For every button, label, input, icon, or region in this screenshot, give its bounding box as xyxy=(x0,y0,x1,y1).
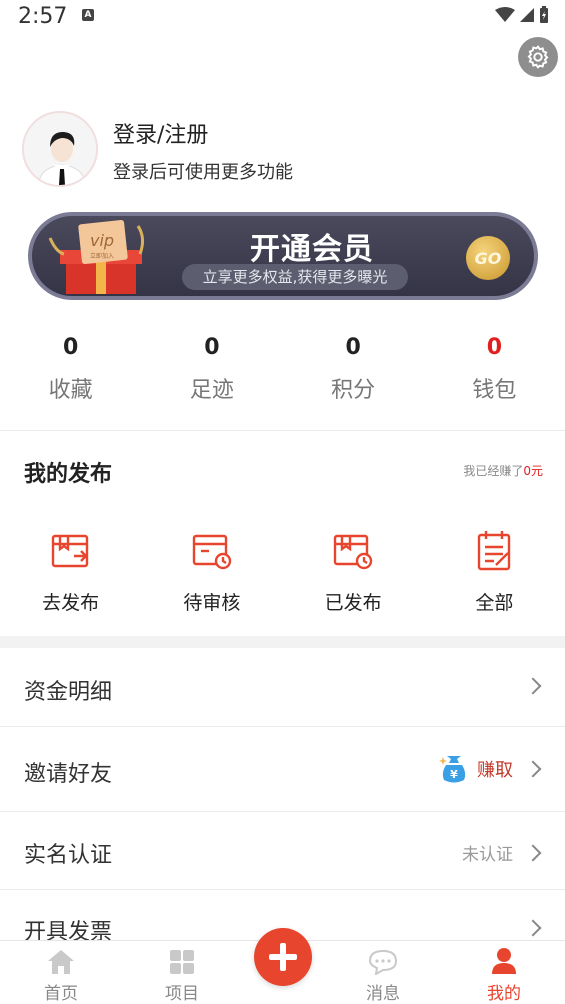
publish-action-label: 待审核 xyxy=(183,592,241,614)
earned-prefix: 我已经赚了 xyxy=(463,464,524,478)
stat-points[interactable]: 0 积分 xyxy=(283,330,424,410)
section-gap xyxy=(0,636,565,648)
status-bar: 2:57 A xyxy=(0,0,565,36)
published-icon xyxy=(333,534,373,570)
tab-label: 消息 xyxy=(366,984,400,1004)
publish-action-label: 已发布 xyxy=(324,592,382,614)
tab-label: 项目 xyxy=(165,984,199,1004)
login-register-link[interactable]: 登录/注册 xyxy=(113,117,208,149)
stat-value: 0 xyxy=(62,335,79,360)
all-publish-button[interactable]: 全部 xyxy=(424,528,565,615)
menu-label: 实名认证 xyxy=(24,843,113,868)
tab-label: 我的 xyxy=(487,984,521,1004)
invite-earn-text: 赚取 xyxy=(477,760,513,781)
stats-row: 0 收藏 0 足迹 0 积分 0 钱包 xyxy=(0,330,565,410)
vip-box-sub: 立即加入 xyxy=(90,252,114,260)
chevron-right-icon xyxy=(524,844,542,861)
avatar[interactable] xyxy=(22,111,98,187)
pending-review-icon xyxy=(192,534,232,570)
publish-actions: 去发布 待审核 已发布 全部 xyxy=(0,528,565,615)
verification-status: 未认证 xyxy=(462,845,513,865)
user-icon xyxy=(492,948,516,974)
settings-button[interactable] xyxy=(518,37,558,77)
menu-fund-details[interactable]: 资金明细 xyxy=(0,648,565,727)
go-publish-button[interactable]: 去发布 xyxy=(0,528,141,615)
menu-label: 邀请好友 xyxy=(24,762,113,787)
chevron-right-icon xyxy=(524,919,542,937)
default-avatar-icon xyxy=(24,113,96,185)
gear-icon xyxy=(527,45,549,69)
money-bag-icon: ¥ xyxy=(439,756,466,783)
pending-review-button[interactable]: 待审核 xyxy=(141,528,282,615)
battery-icon xyxy=(540,6,548,23)
menu-invite-friends[interactable]: 邀请好友 ¥ 赚取 xyxy=(0,727,565,812)
stat-value: 0 xyxy=(345,335,361,360)
profile-page: 2:57 A 登录/注册 登录后可使用更多功能 vip 立即加入 开通会员 立享… xyxy=(0,0,565,1004)
add-publish-fab[interactable] xyxy=(254,928,312,986)
stat-favorites[interactable]: 0 收藏 xyxy=(0,330,141,410)
stat-label: 积分 xyxy=(331,378,376,403)
stat-label: 足迹 xyxy=(189,378,234,403)
login-hint: 登录后可使用更多功能 xyxy=(113,162,293,183)
all-list-icon xyxy=(478,531,511,571)
chevron-right-icon xyxy=(524,677,542,695)
stat-label: 收藏 xyxy=(48,378,93,403)
publish-icon xyxy=(51,534,88,568)
earned-amount: 0元 xyxy=(523,464,543,478)
notification-a-icon: A xyxy=(82,9,94,21)
vip-banner[interactable]: vip 立即加入 开通会员 立享更多权益,获得更多曝光 GO xyxy=(28,212,538,300)
home-icon xyxy=(48,950,74,974)
tab-projects[interactable]: 项目 xyxy=(142,941,222,1004)
stat-value: 0 xyxy=(204,335,220,360)
chat-icon xyxy=(369,949,397,975)
status-icons xyxy=(495,6,549,24)
vip-go-button[interactable]: GO xyxy=(466,236,510,280)
tab-mine[interactable]: 我的 xyxy=(464,941,544,1004)
svg-text:¥: ¥ xyxy=(450,768,458,781)
stat-footprints[interactable]: 0 足迹 xyxy=(141,330,282,410)
stat-value: 0 xyxy=(486,335,503,360)
status-time: 2:57 xyxy=(18,4,68,29)
plus-icon xyxy=(269,943,297,971)
vip-title: 开通会员 xyxy=(250,232,374,267)
wifi-icon xyxy=(495,7,515,22)
stat-label: 钱包 xyxy=(472,378,517,403)
vip-box-text: vip xyxy=(90,231,114,250)
menu-label: 资金明细 xyxy=(24,680,113,705)
divider xyxy=(0,430,565,431)
publish-action-label: 全部 xyxy=(475,592,514,614)
tab-label: 首页 xyxy=(44,984,78,1004)
vip-subtitle: 立享更多权益,获得更多曝光 xyxy=(182,264,408,290)
menu-real-name-verification[interactable]: 实名认证 未认证 xyxy=(0,812,565,890)
vip-gift-box-icon: vip 立即加入 xyxy=(48,220,145,294)
my-publish-title: 我的发布 xyxy=(24,462,113,487)
grid-icon xyxy=(170,950,194,974)
tab-messages[interactable]: 消息 xyxy=(343,941,423,1004)
stat-wallet[interactable]: 0 钱包 xyxy=(424,330,565,410)
tab-home[interactable]: 首页 xyxy=(21,941,101,1004)
publish-action-label: 去发布 xyxy=(42,592,100,614)
published-button[interactable]: 已发布 xyxy=(283,528,424,615)
signal-icon xyxy=(520,8,534,22)
chevron-right-icon xyxy=(524,760,542,778)
earned-summary: 我已经赚了0元 xyxy=(463,462,543,479)
